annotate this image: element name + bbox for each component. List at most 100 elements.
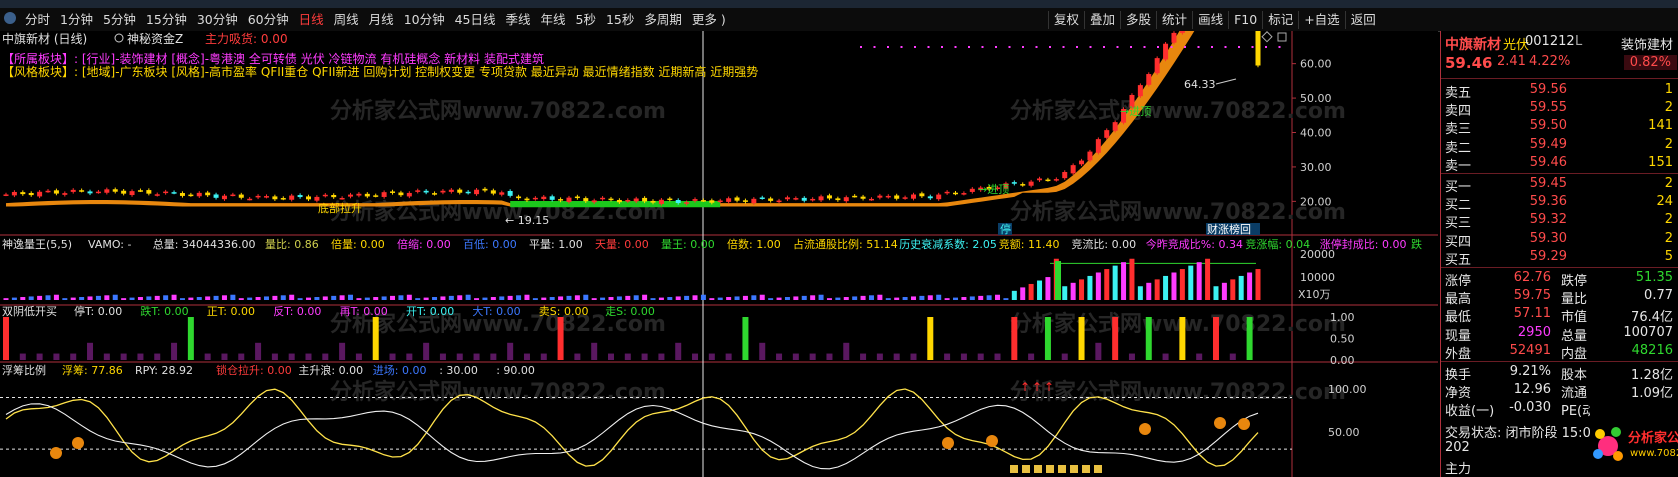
volume-bar	[995, 294, 1001, 300]
volume-bar	[1146, 282, 1152, 300]
volume-field-11: 历史衰减系数: 2.05	[899, 237, 997, 251]
volume-bar	[583, 294, 589, 300]
ask-row[interactable]: 卖一 59.46 151	[1441, 154, 1678, 174]
volume-bar	[1154, 279, 1160, 300]
volume-bar	[1255, 269, 1261, 300]
bid-row[interactable]: 买三 59.32 2	[1441, 211, 1678, 231]
volume-bar	[348, 294, 354, 300]
signal-bar	[238, 353, 245, 360]
candle-body	[230, 194, 236, 197]
candle-body	[482, 188, 488, 191]
candle-body	[776, 200, 782, 203]
tool-button-0[interactable]: 复权	[1048, 11, 1084, 29]
bid-row[interactable]: 买五 59.29 5	[1441, 248, 1678, 268]
period-3[interactable]: 15分钟	[141, 11, 192, 29]
volume-field-2: 量比: 0.86	[265, 238, 319, 251]
chip-bag-5	[1070, 465, 1078, 473]
kline-chart-area[interactable]: 分析家公式网www.70822.com 分析家公式网www.70822.com 分析…	[0, 31, 1438, 477]
candle-body	[591, 200, 597, 203]
period-11[interactable]: 季线	[501, 11, 536, 29]
stat-value: -0.030	[1509, 400, 1551, 416]
partial-text-1: 202	[1445, 439, 1470, 455]
stat-value: 48216	[1631, 342, 1673, 358]
candle-body	[852, 195, 858, 198]
volume-bar	[1079, 279, 1085, 300]
tool-button-1[interactable]: 叠加	[1084, 11, 1120, 29]
volume-peak-bar	[1055, 261, 1061, 300]
bid-row[interactable]: 买一 59.45 2	[1441, 175, 1678, 195]
candle-body	[1062, 172, 1068, 179]
candle-body	[1163, 43, 1169, 60]
period-16[interactable]: 更多 )	[687, 11, 731, 29]
signal-bar	[204, 353, 211, 360]
period-0[interactable]: 分时	[20, 11, 55, 29]
volume-bar	[356, 298, 362, 300]
candle-body	[558, 199, 564, 201]
volume-bar	[608, 297, 614, 300]
period-1[interactable]: 1分钟	[55, 11, 98, 29]
candle-body	[238, 194, 244, 198]
candle-body	[490, 190, 496, 194]
signal-bar	[305, 353, 312, 360]
ask-row[interactable]: 卖四 59.55 2	[1441, 99, 1678, 119]
divider	[1441, 173, 1678, 174]
period-14[interactable]: 15秒	[601, 11, 639, 29]
ask-row[interactable]: 卖五 59.56 1	[1441, 81, 1678, 101]
candle-body	[247, 198, 253, 201]
ask-row[interactable]: 卖二 59.49 2	[1441, 136, 1678, 156]
stat-value: 1.28亿	[1631, 368, 1673, 383]
signal-bar	[1246, 317, 1253, 360]
candle-body	[305, 196, 311, 200]
tool-button-2[interactable]: 多股	[1120, 11, 1156, 29]
signal-bar	[927, 317, 934, 360]
candle-body	[163, 191, 169, 194]
period-15[interactable]: 多周期	[639, 11, 687, 29]
bid-price: 59.30	[1529, 230, 1567, 246]
candle-body	[1146, 74, 1152, 85]
volume-bar	[95, 295, 101, 300]
stat-row: 换手 9.21% 股本 1.28亿	[1441, 363, 1678, 383]
bid-volume: 5	[1664, 248, 1673, 264]
signal-bar	[288, 353, 295, 360]
stat-value: 51.35	[1635, 270, 1673, 285]
volume-bar	[146, 296, 152, 300]
period-5[interactable]: 60分钟	[243, 11, 294, 29]
stock-code: 001212	[1525, 34, 1575, 49]
bid-price: 59.29	[1529, 248, 1567, 264]
tool-button-8[interactable]: 返回	[1344, 11, 1381, 29]
tool-button-7[interactable]: +自选	[1298, 11, 1344, 29]
signal-dot	[873, 46, 876, 48]
volume-bar	[810, 295, 816, 300]
period-4[interactable]: 30分钟	[192, 11, 243, 29]
candle-body	[112, 189, 118, 192]
stat-value: 0.77	[1644, 288, 1673, 304]
signal-tick-0: 1.00	[1330, 311, 1355, 324]
volume-bar	[339, 295, 345, 300]
candle-body	[826, 195, 832, 199]
stat-value: 100707	[1623, 324, 1673, 340]
volume-field-4: 倍缩: 0.00	[397, 237, 451, 251]
bid-row[interactable]: 买二 59.36 24	[1441, 193, 1678, 213]
period-menu: 分时 1分钟 5分钟 15分钟 30分钟 60分钟 日线 周线 月线 10分钟 45日线 季线 年线 5秒…	[20, 11, 731, 29]
tool-button-6[interactable]: 标记	[1262, 11, 1298, 29]
watermark-0: 分析家公式网www.70822.com	[330, 98, 666, 124]
tool-button-3[interactable]: 统计	[1156, 11, 1192, 29]
tool-button-5[interactable]: F10	[1228, 11, 1262, 29]
rank-tag: 财涨榜回	[1207, 222, 1251, 236]
candle-body	[684, 202, 690, 204]
period-7[interactable]: 周线	[329, 11, 364, 29]
period-8[interactable]: 月线	[364, 11, 399, 29]
bid-row[interactable]: 买四 59.30 2	[1441, 230, 1678, 250]
period-6[interactable]: 日线	[294, 11, 329, 29]
period-10[interactable]: 45日线	[450, 11, 501, 29]
signal-bar	[624, 353, 631, 360]
volume-bar	[230, 294, 236, 300]
signal-bar	[36, 353, 43, 360]
candle-body	[272, 196, 278, 200]
tool-button-4[interactable]: 画线	[1192, 11, 1228, 29]
period-13[interactable]: 5秒	[571, 11, 601, 29]
period-9[interactable]: 10分钟	[399, 11, 450, 29]
ask-row[interactable]: 卖三 59.50 141	[1441, 117, 1678, 137]
period-2[interactable]: 5分钟	[98, 11, 141, 29]
period-12[interactable]: 年线	[536, 11, 571, 29]
